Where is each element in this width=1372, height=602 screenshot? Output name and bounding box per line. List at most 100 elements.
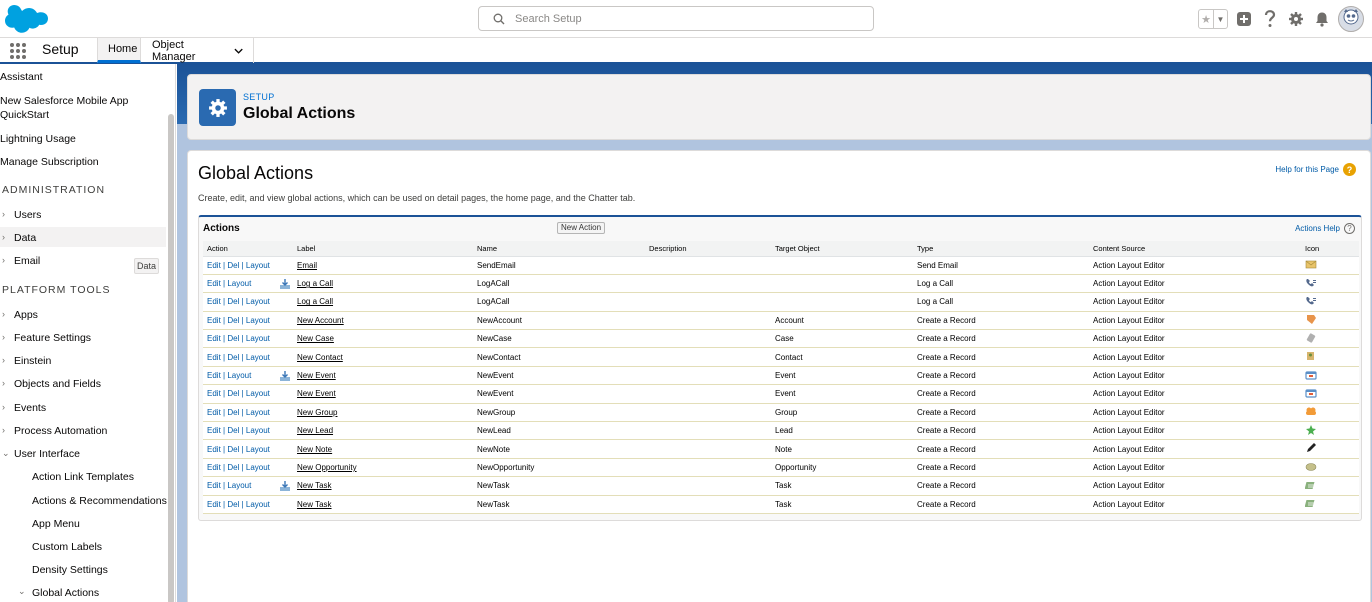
delete-link[interactable]: Del: [227, 445, 239, 454]
actions-help-link[interactable]: Actions Help ?: [1295, 223, 1355, 234]
sidebar-item-apps[interactable]: Apps: [14, 308, 175, 322]
star-icon[interactable]: ★: [1199, 10, 1213, 28]
layout-link[interactable]: Layout: [246, 316, 270, 325]
layout-link[interactable]: Layout: [246, 334, 270, 343]
sidebar-item-actions-recommendations[interactable]: Actions & Recommendations: [32, 494, 175, 508]
download-icon[interactable]: [279, 278, 291, 290]
sidebar-item-events[interactable]: Events: [14, 401, 175, 415]
edit-link[interactable]: Edit: [207, 371, 221, 380]
delete-link[interactable]: Del: [227, 408, 239, 417]
delete-link[interactable]: Del: [227, 334, 239, 343]
download-icon[interactable]: [279, 480, 291, 492]
sidebar-item-mobile-quickstart[interactable]: New Salesforce Mobile App QuickStart: [0, 94, 166, 122]
download-icon[interactable]: [279, 370, 291, 382]
delete-link[interactable]: Del: [227, 261, 239, 270]
layout-link[interactable]: Layout: [246, 445, 270, 454]
layout-link[interactable]: Layout: [246, 297, 270, 306]
action-label-link[interactable]: New Opportunity: [297, 463, 357, 472]
app-launcher-icon[interactable]: [10, 43, 26, 59]
edit-link[interactable]: Edit: [207, 481, 221, 490]
sidebar-item-manage-subscription[interactable]: Manage Subscription: [0, 155, 166, 169]
chevron-down-icon[interactable]: ▼: [1213, 10, 1227, 28]
sidebar-item-global-actions[interactable]: Global Actions: [32, 586, 175, 600]
sidebar-item-user-interface[interactable]: User Interface: [14, 447, 175, 461]
chevron-right-icon[interactable]: ›: [2, 232, 5, 242]
chevron-right-icon[interactable]: ›: [2, 378, 5, 388]
sidebar-scrollbar[interactable]: [168, 114, 174, 602]
column-header[interactable]: Type: [913, 241, 1089, 257]
edit-link[interactable]: Edit: [207, 445, 221, 454]
action-label-link[interactable]: New Account: [297, 316, 344, 325]
edit-link[interactable]: Edit: [207, 334, 221, 343]
edit-link[interactable]: Edit: [207, 426, 221, 435]
help-for-page-link[interactable]: Help for this Page ?: [1275, 163, 1356, 176]
layout-link[interactable]: Layout: [246, 426, 270, 435]
search-box[interactable]: [478, 6, 874, 31]
delete-link[interactable]: Del: [227, 426, 239, 435]
chevron-right-icon[interactable]: ›: [2, 402, 5, 412]
action-label-link[interactable]: New Event: [297, 389, 336, 398]
action-label-link[interactable]: New Note: [297, 445, 332, 454]
action-label-link[interactable]: New Task: [297, 500, 332, 509]
sidebar-item-assistant[interactable]: Assistant: [0, 70, 166, 84]
action-label-link[interactable]: New Contact: [297, 353, 343, 362]
layout-link[interactable]: Layout: [246, 463, 270, 472]
layout-link[interactable]: Layout: [246, 500, 270, 509]
column-header[interactable]: Icon: [1301, 241, 1359, 257]
edit-link[interactable]: Edit: [207, 500, 221, 509]
chevron-down-icon[interactable]: ⌄: [18, 586, 26, 597]
layout-link[interactable]: Layout: [246, 353, 270, 362]
gear-icon[interactable]: [1286, 9, 1306, 29]
tab-home[interactable]: Home: [97, 38, 141, 63]
sidebar-item-data[interactable]: Data: [14, 231, 175, 245]
delete-link[interactable]: Del: [227, 353, 239, 362]
chevron-right-icon[interactable]: ›: [2, 209, 5, 219]
sidebar-item-objects-and-fields[interactable]: Objects and Fields: [14, 377, 175, 391]
sidebar-item-einstein[interactable]: Einstein: [14, 354, 175, 368]
layout-link[interactable]: Layout: [246, 408, 270, 417]
breadcrumb[interactable]: SETUP: [243, 92, 275, 102]
chevron-down-icon[interactable]: [234, 47, 243, 55]
edit-link[interactable]: Edit: [207, 279, 221, 288]
salesforce-logo[interactable]: [4, 3, 48, 35]
action-label-link[interactable]: New Case: [297, 334, 334, 343]
column-header[interactable]: Label: [293, 241, 473, 257]
sidebar-item-custom-labels[interactable]: Custom Labels: [32, 540, 175, 554]
action-label-link[interactable]: New Lead: [297, 426, 333, 435]
bell-icon[interactable]: [1312, 9, 1332, 29]
tab-object-manager[interactable]: Object Manager: [142, 38, 254, 63]
layout-link[interactable]: Layout: [227, 371, 251, 380]
action-label-link[interactable]: Log a Call: [297, 297, 333, 306]
chevron-right-icon[interactable]: ›: [2, 255, 5, 265]
delete-link[interactable]: Del: [227, 297, 239, 306]
avatar[interactable]: [1338, 6, 1364, 32]
action-label-link[interactable]: New Group: [297, 408, 337, 417]
edit-link[interactable]: Edit: [207, 408, 221, 417]
layout-link[interactable]: Layout: [227, 279, 251, 288]
edit-link[interactable]: Edit: [207, 353, 221, 362]
edit-link[interactable]: Edit: [207, 316, 221, 325]
chevron-down-icon[interactable]: ⌄: [2, 448, 10, 459]
delete-link[interactable]: Del: [227, 500, 239, 509]
layout-link[interactable]: Layout: [227, 481, 251, 490]
sidebar-item-lightning-usage[interactable]: Lightning Usage: [0, 132, 166, 146]
column-header[interactable]: Content Source: [1089, 241, 1301, 257]
edit-link[interactable]: Edit: [207, 261, 221, 270]
column-header[interactable]: Name: [473, 241, 645, 257]
column-header[interactable]: Target Object: [771, 241, 913, 257]
new-action-button[interactable]: New Action: [557, 222, 606, 234]
chevron-right-icon[interactable]: ›: [2, 425, 5, 435]
edit-link[interactable]: Edit: [207, 463, 221, 472]
search-input[interactable]: [515, 10, 855, 28]
sidebar-item-feature-settings[interactable]: Feature Settings: [14, 331, 175, 345]
column-header[interactable]: Description: [645, 241, 771, 257]
delete-link[interactable]: Del: [227, 389, 239, 398]
action-label-link[interactable]: New Task: [297, 481, 332, 490]
sidebar-item-density-settings[interactable]: Density Settings: [32, 563, 175, 577]
action-label-link[interactable]: Log a Call: [297, 279, 333, 288]
help-icon[interactable]: [1260, 9, 1280, 29]
edit-link[interactable]: Edit: [207, 389, 221, 398]
column-header[interactable]: Action: [203, 241, 293, 257]
plus-icon[interactable]: [1234, 9, 1254, 29]
sidebar-item-process-automation[interactable]: Process Automation: [14, 424, 175, 438]
